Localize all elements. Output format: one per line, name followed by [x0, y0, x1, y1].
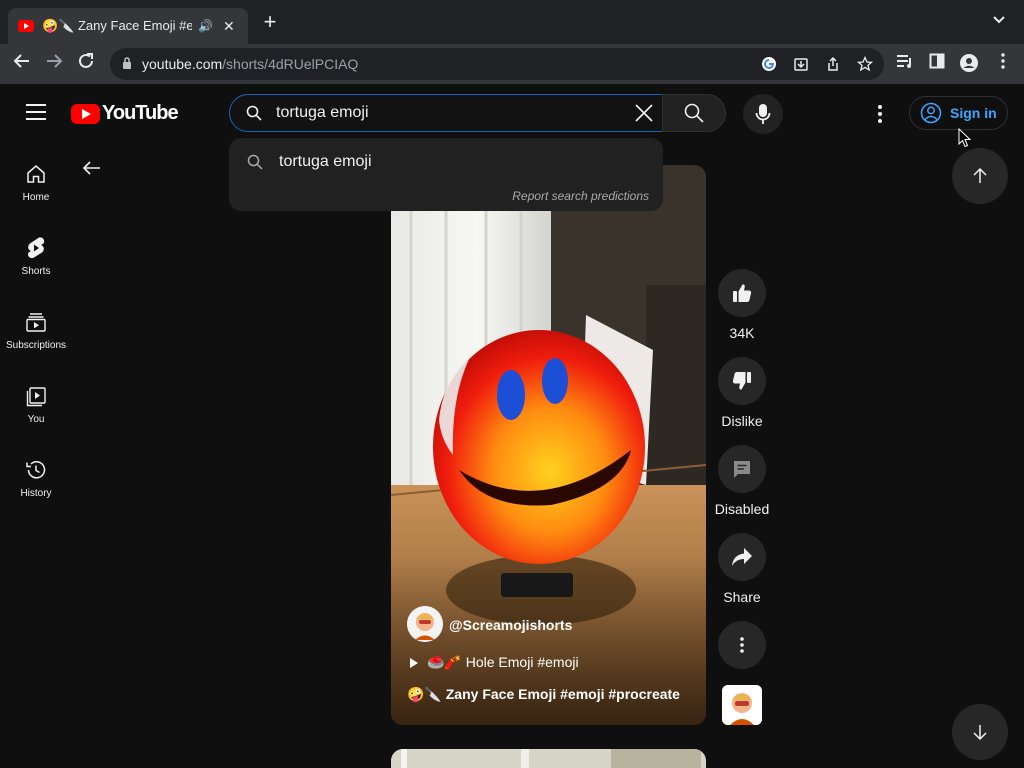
mouse-cursor-icon — [958, 127, 972, 153]
sidebar-item-label: Shorts — [21, 266, 51, 277]
back-arrow-icon[interactable] — [80, 156, 104, 180]
suggestion-text: tortuga emoji — [279, 153, 372, 170]
search-box[interactable] — [229, 94, 663, 132]
thumbs-down-icon — [718, 357, 766, 405]
youtube-header: YouTube Sign in — [0, 84, 1024, 140]
pivot-channel-avatar[interactable] — [722, 685, 762, 725]
more-actions-button[interactable] — [712, 621, 772, 669]
reading-list-icon[interactable] — [894, 53, 916, 75]
like-button[interactable]: 34K — [712, 269, 772, 341]
browser-tab[interactable]: 🤪🔪 Zany Face Emoji #emoji #procreate 🔊 ✕ — [8, 8, 248, 44]
more-vert-icon — [718, 621, 766, 669]
shorts-icon — [24, 236, 48, 260]
sign-in-button[interactable]: Sign in — [909, 96, 1008, 130]
sidebar-item-label: You — [27, 414, 45, 425]
suggestion-item[interactable]: tortuga emoji — [229, 146, 663, 178]
sidebar-item-home[interactable]: Home — [0, 156, 72, 216]
related-video-link[interactable]: 🥌🧨 Hole Emoji #emoji — [409, 654, 579, 671]
comments-button[interactable]: Disabled — [712, 445, 772, 517]
youtube-logo[interactable]: YouTube — [71, 102, 179, 125]
address-bar[interactable]: youtube.com/shorts/4dRUelPCIAQ — [110, 48, 884, 80]
tab-title: 🤪🔪 Zany Face Emoji #emoji #procreate — [42, 18, 192, 33]
comment-icon — [718, 445, 766, 493]
browser-menu-icon[interactable] — [992, 53, 1014, 75]
arrow-down-icon — [973, 725, 987, 741]
youtube-favicon-icon — [18, 20, 34, 32]
share-icon[interactable] — [824, 56, 842, 74]
browser-toolbar: youtube.com/shorts/4dRUelPCIAQ — [0, 44, 1024, 84]
sidebar-item-history[interactable]: History — [0, 452, 72, 512]
sidebar-item-label: Home — [22, 192, 50, 203]
search-icon — [246, 105, 262, 121]
play-icon — [410, 657, 418, 668]
thumbs-up-icon — [718, 269, 766, 317]
home-icon — [24, 162, 48, 186]
share-button[interactable]: Share — [712, 533, 772, 605]
next-short-preview[interactable] — [391, 749, 706, 768]
guide-menu-icon[interactable] — [26, 104, 46, 120]
subscriptions-icon — [24, 310, 48, 334]
search-icon — [247, 154, 263, 170]
lock-icon[interactable] — [122, 56, 132, 72]
channel-avatar[interactable] — [407, 606, 443, 642]
new-tab-button[interactable]: + — [258, 10, 282, 34]
video-frame — [391, 165, 706, 725]
reload-icon[interactable] — [74, 52, 98, 76]
account-icon — [920, 102, 942, 124]
search-button[interactable] — [662, 94, 726, 132]
forward-icon[interactable] — [42, 52, 66, 76]
related-video-title: 🥌🧨 Hole Emoji #emoji — [427, 654, 579, 670]
channel-name[interactable]: @Screamojishorts — [449, 617, 572, 633]
url-path: /shorts/4dRUelPCIAQ — [222, 56, 359, 72]
like-count: 34K — [729, 325, 755, 341]
youtube-play-icon — [71, 103, 100, 124]
logo-text: YouTube — [102, 102, 179, 124]
previous-short-button[interactable] — [952, 148, 1008, 204]
dislike-label: Dislike — [721, 413, 763, 429]
search-suggestions: tortuga emoji Report search predictions — [229, 138, 663, 211]
search-icon — [684, 103, 704, 123]
sidebar-item-label: Subscriptions — [5, 340, 67, 351]
tab-search-button[interactable] — [992, 12, 1006, 28]
sidebar-item-subscriptions[interactable]: Subscriptions — [0, 304, 72, 364]
tab-close-icon[interactable]: ✕ — [223, 18, 235, 35]
share-arrow-icon — [718, 533, 766, 581]
video-title: 🤪🔪 Zany Face Emoji #emoji #procreate — [407, 686, 680, 702]
install-icon[interactable] — [792, 56, 810, 74]
side-panel-icon[interactable] — [926, 53, 948, 75]
voice-search-button[interactable] — [743, 94, 783, 134]
report-predictions-link[interactable]: Report search predictions — [512, 189, 649, 203]
comments-label: Disabled — [714, 501, 770, 517]
sidebar-item-label: History — [20, 488, 52, 499]
share-label: Share — [723, 589, 761, 605]
sidebar-item-shorts[interactable]: Shorts — [0, 230, 72, 290]
next-short-button[interactable] — [952, 704, 1008, 760]
microphone-icon — [755, 104, 771, 124]
back-icon[interactable] — [10, 52, 34, 76]
dislike-button[interactable]: Dislike — [712, 357, 772, 429]
speaker-icon[interactable]: 🔊 — [198, 19, 213, 33]
arrow-up-icon — [973, 167, 987, 183]
sidebar-item-you[interactable]: You — [0, 378, 72, 438]
profile-icon[interactable] — [958, 53, 980, 75]
url-host: youtube.com — [142, 56, 223, 72]
shorts-video-player[interactable]: @Screamojishorts 🥌🧨 Hole Emoji #emoji 🤪🔪… — [391, 165, 706, 725]
google-icon[interactable] — [760, 56, 778, 74]
settings-more-icon[interactable] — [870, 102, 890, 126]
you-icon — [24, 384, 48, 408]
star-icon[interactable] — [856, 55, 874, 74]
browser-tab-strip: 🤪🔪 Zany Face Emoji #emoji #procreate 🔊 ✕… — [0, 0, 1024, 44]
history-icon — [24, 458, 48, 482]
clear-search-icon[interactable] — [634, 103, 654, 123]
sign-in-label: Sign in — [950, 105, 997, 121]
search-input[interactable] — [276, 104, 616, 122]
